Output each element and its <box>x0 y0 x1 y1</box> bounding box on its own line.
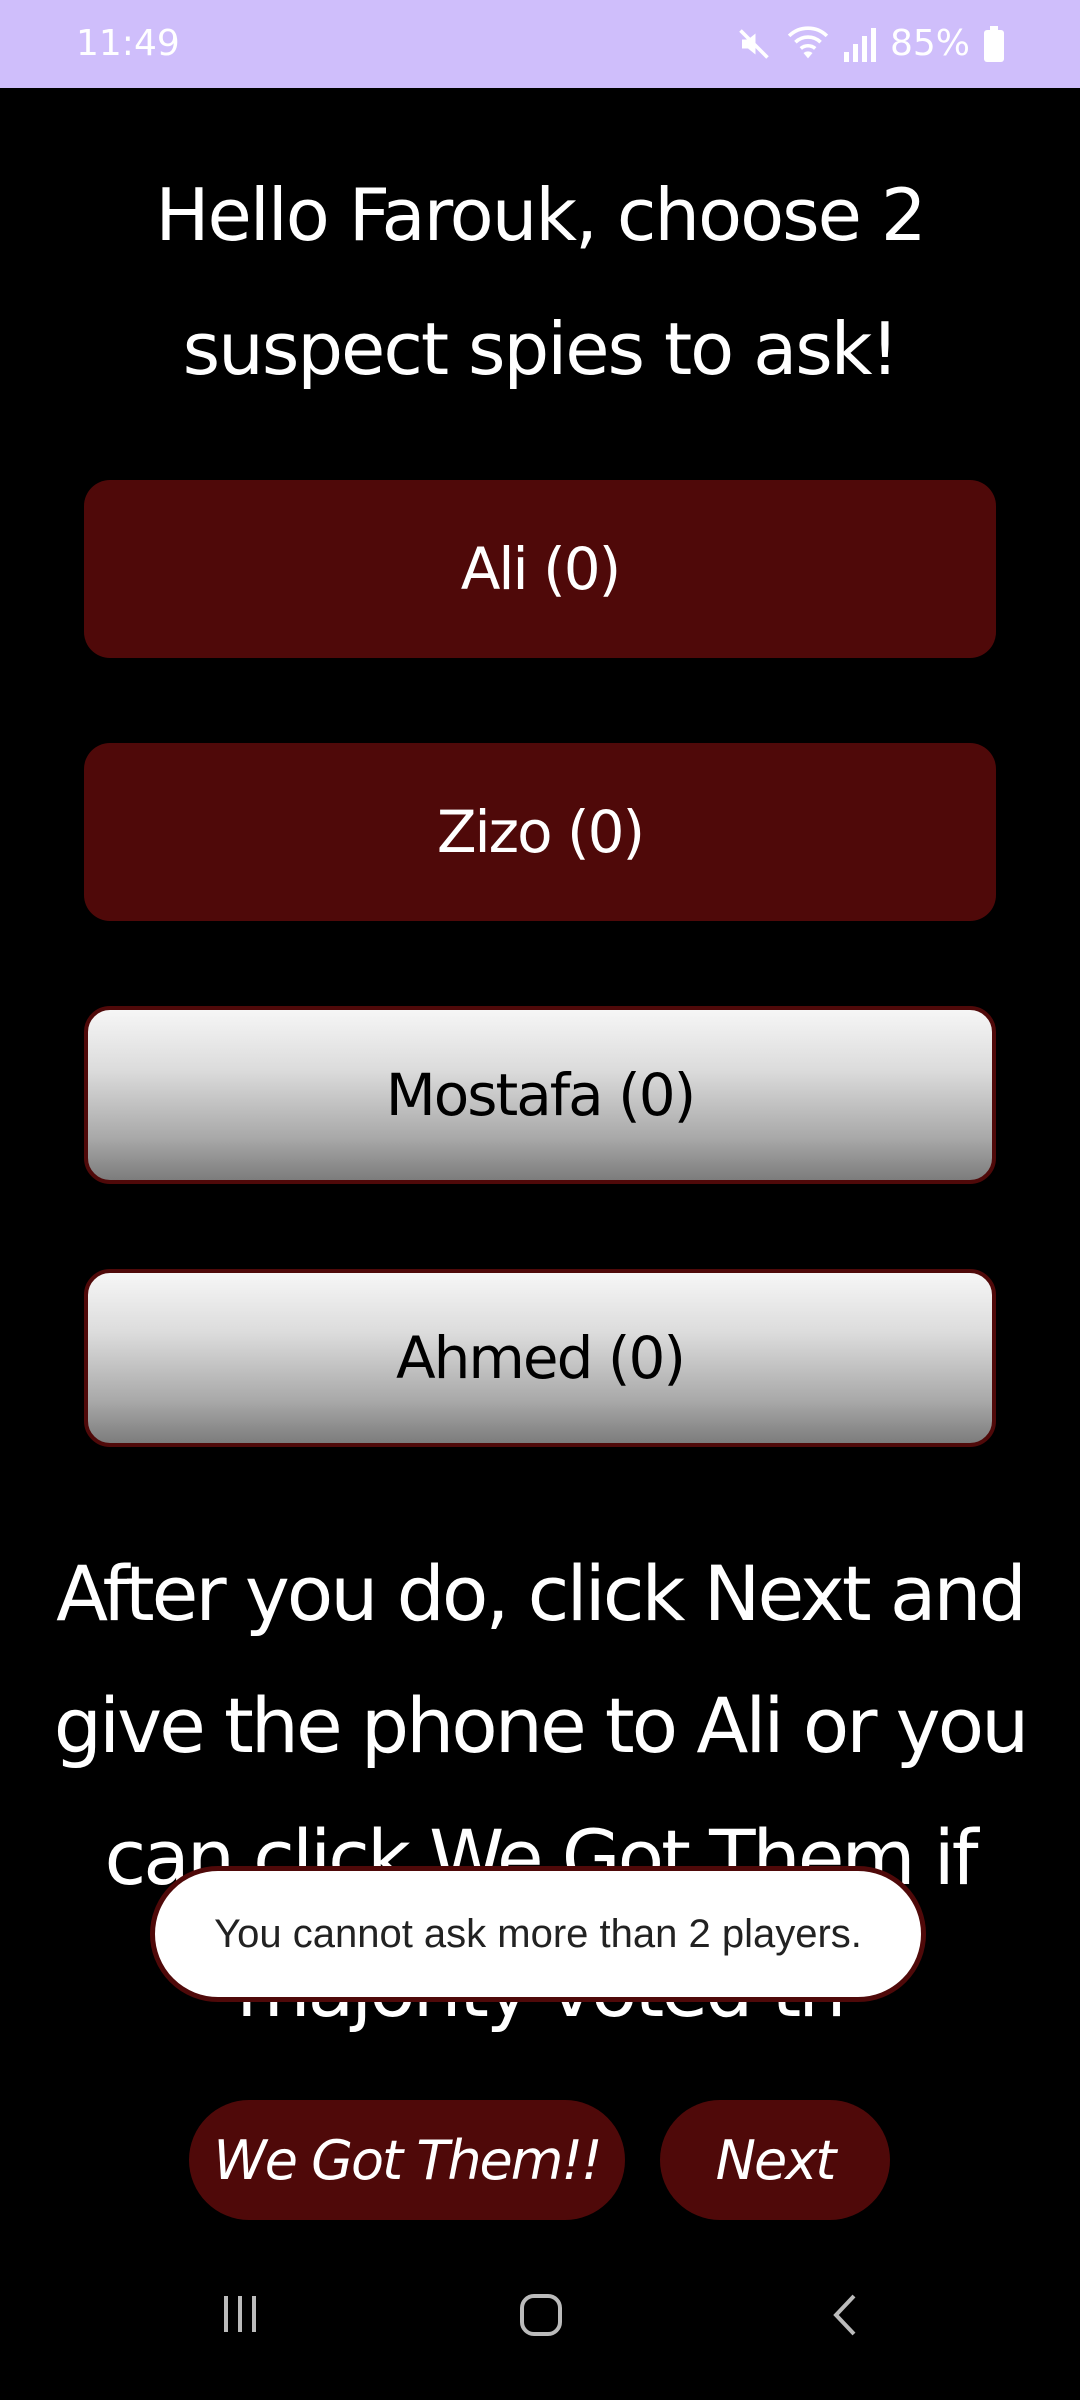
player-button-ahmed[interactable]: Ahmed (0) <box>84 1269 996 1447</box>
navigation-bar <box>0 2250 1080 2400</box>
we-got-them-button[interactable]: We Got Them!! <box>189 2100 625 2220</box>
next-label: Next <box>715 2128 837 2192</box>
mute-icon <box>736 26 772 62</box>
status-icons: 85% <box>736 22 1004 66</box>
battery-icon <box>984 26 1004 62</box>
player-label: Zizo (0) <box>436 798 645 866</box>
battery-percent: 85% <box>889 23 970 64</box>
status-time: 11:49 <box>76 23 180 64</box>
player-button-zizo[interactable]: Zizo (0) <box>84 743 996 921</box>
home-icon[interactable] <box>518 2292 564 2342</box>
back-icon[interactable] <box>826 2292 866 2342</box>
prompt-heading: Hello Farouk, choose 2 suspect spies to … <box>155 173 926 391</box>
toast-text: You cannot ask more than 2 players. <box>214 1911 862 1956</box>
we-got-them-label: We Got Them!! <box>213 2128 602 2192</box>
wifi-icon <box>786 26 830 62</box>
player-label: Ahmed (0) <box>395 1324 686 1392</box>
recent-apps-icon[interactable] <box>218 2292 262 2340</box>
player-button-ali[interactable]: Ali (0) <box>84 480 996 658</box>
next-button[interactable]: Next <box>660 2100 890 2220</box>
toast-message: You cannot ask more than 2 players. <box>150 1866 926 2002</box>
status-bar: 11:49 85% <box>0 0 1080 88</box>
signal-icon <box>843 26 876 62</box>
player-label: Mostafa (0) <box>385 1061 697 1129</box>
player-button-mostafa[interactable]: Mostafa (0) <box>84 1006 996 1184</box>
player-label: Ali (0) <box>460 535 621 603</box>
